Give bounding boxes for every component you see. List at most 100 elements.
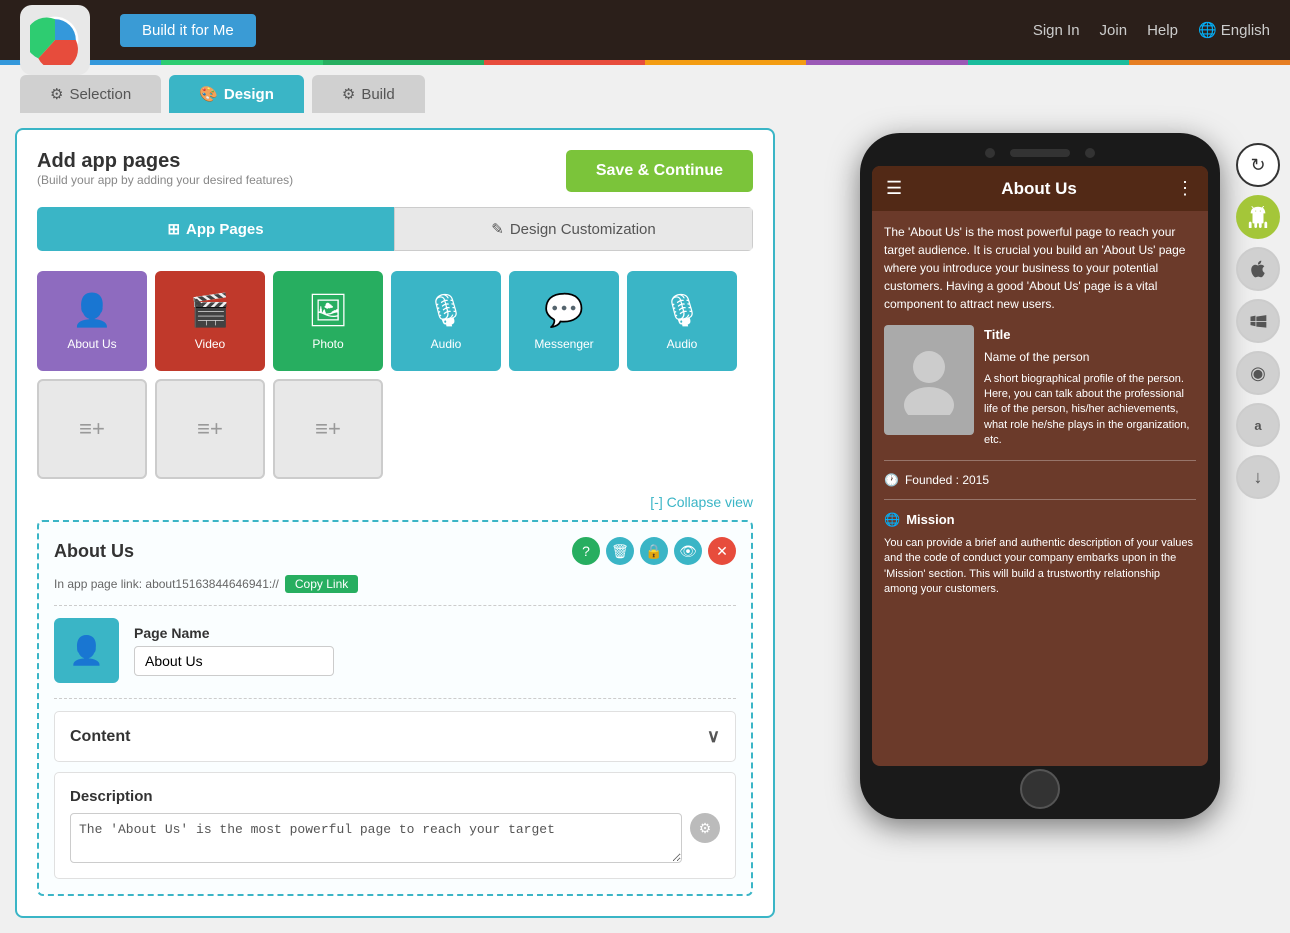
page-name-field: Page Name [134,625,334,676]
tab-design[interactable]: 🎨 Design [169,75,304,113]
description-label: Description [70,788,720,805]
phone-screen: ☰ About Us ⋮ The 'About Us' is the most … [872,166,1208,766]
page-icon-audio-2[interactable]: 🎙 Audio [627,271,737,371]
phone-person-row: Title Name of the person A short biograp… [884,325,1196,448]
globe-icon: 🌐 [1198,22,1217,39]
about-us-panel-header: About Us ? 🗑 🔒 👁 ✕ [54,537,736,565]
sub-tab-app-pages[interactable]: ⊞ App Pages [37,207,394,251]
tab-build[interactable]: ⚙ Build [312,75,425,113]
page-name-label: Page Name [134,625,334,641]
page-name-icon: 👤 [54,618,119,683]
app-link-text: In app page link: about15163844646941:// [54,577,279,591]
language-selector[interactable]: 🌐 English [1198,21,1270,39]
page-icon-empty-3[interactable]: ≡+ [273,379,383,479]
phone-app-header: ☰ About Us ⋮ [872,166,1208,211]
phone-content: The 'About Us' is the most powerful page… [872,211,1208,610]
about-us-panel: About Us ? 🗑 🔒 👁 ✕ In app page link: abo… [37,520,753,896]
edit-icon: ✎ [491,220,504,238]
sign-in-link[interactable]: Sign In [1033,22,1080,39]
delete-button[interactable]: 🗑 [606,537,634,565]
content-section-header[interactable]: Content ∨ [55,712,735,761]
blackberry-icon-button[interactable]: ◉ [1236,351,1280,395]
page-icon-empty-2[interactable]: ≡+ [155,379,265,479]
logo [20,5,90,75]
page-icon-messenger[interactable]: 💬 Messenger [509,271,619,371]
add-pages-subtitle: (Build your app by adding your desired f… [37,173,293,187]
amazon-icon-button[interactable]: a [1236,403,1280,447]
phone-speaker [1010,149,1070,157]
windows-icon-button[interactable] [1236,299,1280,343]
apple-icon-button[interactable] [1236,247,1280,291]
collapse-link[interactable]: [-] Collapse view [650,494,753,510]
left-panel: Add app pages (Build your app by adding … [0,113,790,933]
phone-avatar [884,325,974,435]
android-icon-button[interactable] [1236,195,1280,239]
phone-home-button [1020,769,1060,809]
lock-button[interactable]: 🔒 [640,537,668,565]
page-name-input[interactable] [134,646,334,676]
clock-icon: 🕐 [884,471,899,489]
description-settings-button[interactable]: ⚙ [690,813,720,843]
help-link[interactable]: Help [1147,22,1178,39]
person-bio: A short biographical profile of the pers… [984,372,1196,449]
grid-icon: ⊞ [167,220,180,238]
phone-mission-title: 🌐 Mission [884,510,1196,530]
phone-camera [985,148,995,158]
join-link[interactable]: Join [1100,22,1128,39]
person-icon: 👤 [72,291,112,329]
help-button[interactable]: ? [572,537,600,565]
person-icon-large: 👤 [69,634,104,667]
page-icon-video[interactable]: 🎬 Video [155,271,265,371]
phone-intro-text: The 'About Us' is the most powerful page… [884,223,1196,313]
refresh-icon-button[interactable]: ↻ [1236,143,1280,187]
phone-top-bar [872,148,1208,158]
globe-small-icon: 🌐 [884,510,900,530]
tab-selection[interactable]: ⚙ Selection [20,75,161,113]
collapse-row: [-] Collapse view [37,494,753,510]
about-us-panel-title: About Us [54,541,134,562]
sub-tabs: ⊞ App Pages ✎ Design Customization [37,207,753,251]
phone-camera-2 [1085,148,1095,158]
page-icon-photo[interactable]: 🖼 Photo [273,271,383,371]
person-name: Name of the person [984,348,1196,366]
color-bar [0,60,1290,65]
sub-tab-design-customization[interactable]: ✎ Design Customization [394,207,753,251]
description-section: Description The 'About Us' is the most p… [54,772,736,879]
panel-actions: ? 🗑 🔒 👁 ✕ [572,537,736,565]
phone-founded: 🕐 Founded : 2015 [884,471,1196,489]
save-continue-button[interactable]: Save & Continue [566,150,753,192]
mic-icon-2: 🎙 [662,291,703,329]
settings-icon: ⚙ [50,85,63,103]
description-textarea[interactable]: The 'About Us' is the most powerful page… [70,813,682,863]
page-icon-empty-1[interactable]: ≡+ [37,379,147,479]
right-panel: ☰ About Us ⋮ The 'About Us' is the most … [790,113,1290,933]
phone-mission-text: You can provide a brief and authentic de… [884,536,1196,598]
copy-link-button[interactable]: Copy Link [285,575,358,593]
video-icon: 🎬 [190,291,230,329]
content-section: Content ∨ [54,711,736,762]
photo-icon: 🖼 [308,291,349,329]
chat-icon: 💬 [544,291,584,329]
person-title: Title [984,325,1196,345]
gear-icon: ⚙ [342,85,355,103]
more-options-icon: ⋮ [1176,178,1194,199]
add-pages-box: Add app pages (Build your app by adding … [15,128,775,918]
side-icons: ↻ ◉ a ↓ [1236,143,1280,499]
page-icon-audio-1[interactable]: 🎙 Audio [391,271,501,371]
add-pages-header: Add app pages (Build your app by adding … [37,150,753,192]
page-icon-about-us[interactable]: 👤 About Us [37,271,147,371]
download-icon-button[interactable]: ↓ [1236,455,1280,499]
person-info: Title Name of the person A short biograp… [984,325,1196,448]
add-pages-titles: Add app pages (Build your app by adding … [37,150,293,187]
phone-bottom-bar [872,774,1208,804]
close-button[interactable]: ✕ [708,537,736,565]
mic-icon-1: 🎙 [426,291,467,329]
nav-right: Sign In Join Help 🌐 English [1033,21,1270,39]
build-for-me-button[interactable]: Build it for Me [120,14,256,47]
page-name-row: 👤 Page Name [54,618,736,683]
content-label: Content [70,728,130,746]
main-content: Add app pages (Build your app by adding … [0,113,1290,933]
app-link-row: In app page link: about15163844646941://… [54,575,736,593]
tabs-row: ⚙ Selection 🎨 Design ⚙ Build [0,65,1290,113]
visibility-button[interactable]: 👁 [674,537,702,565]
